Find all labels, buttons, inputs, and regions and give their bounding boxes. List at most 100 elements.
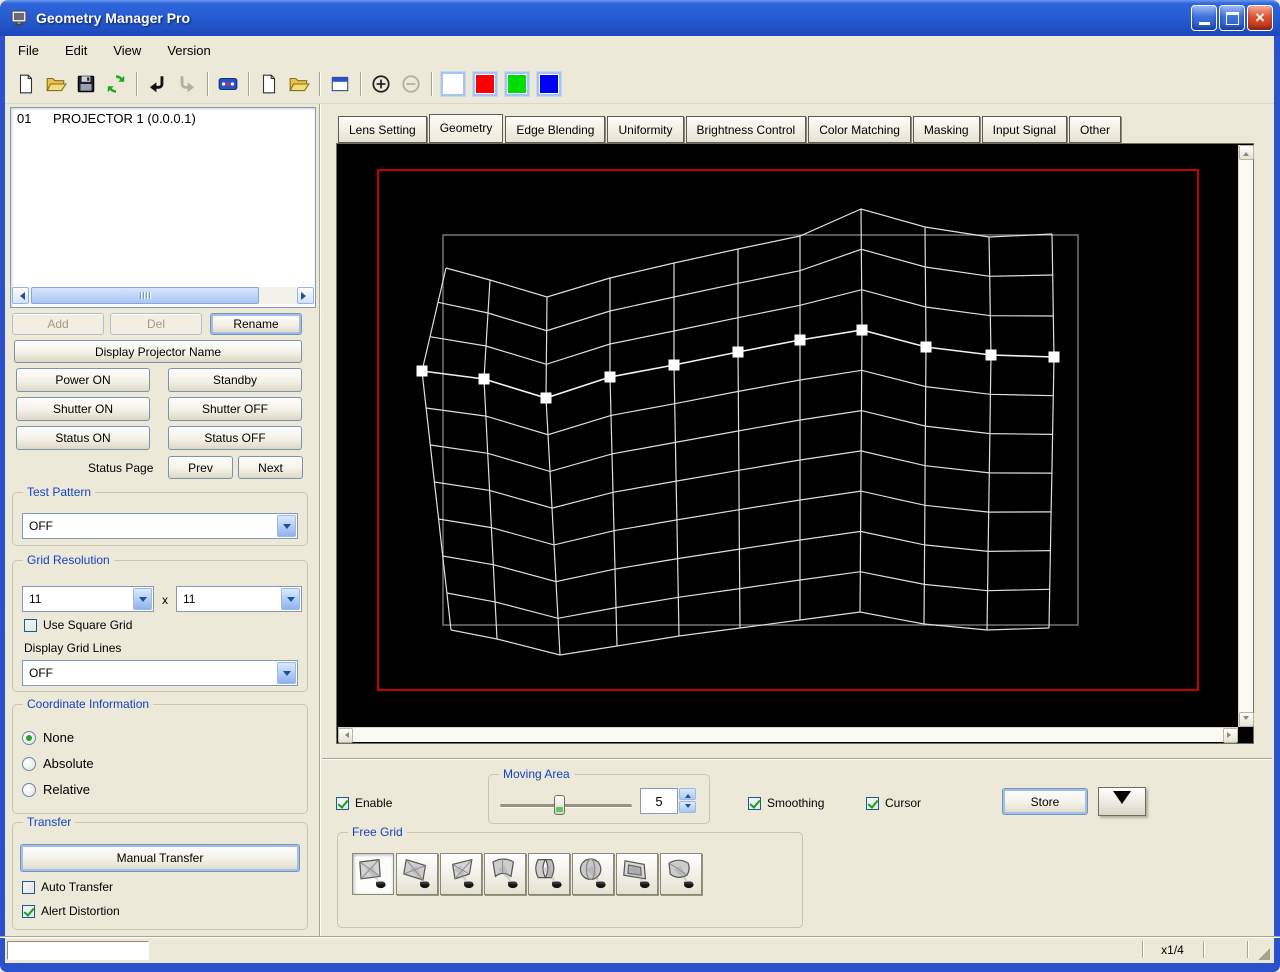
menu-view[interactable]: View — [108, 39, 154, 62]
manual-transfer-button[interactable]: Manual Transfer — [20, 844, 300, 872]
moving-area-slider[interactable] — [500, 795, 632, 815]
grid-handle[interactable] — [920, 341, 932, 353]
tab-input-signal[interactable]: Input Signal — [981, 116, 1067, 143]
grid-handle[interactable] — [794, 334, 806, 346]
tab-other[interactable]: Other — [1069, 116, 1122, 143]
grid-handle[interactable] — [732, 346, 744, 358]
moving-area-stepper[interactable] — [679, 788, 696, 814]
cursor-checkbox[interactable]: Cursor — [866, 796, 921, 810]
enable-checkbox[interactable]: Enable — [336, 796, 392, 810]
tab-edge-blending[interactable]: Edge Blending — [505, 116, 606, 143]
radio-icon[interactable] — [22, 782, 36, 797]
save-file-icon[interactable] — [72, 70, 100, 98]
free-grid-dome-button[interactable] — [572, 853, 614, 895]
enable-checkbox-box[interactable] — [336, 796, 349, 810]
tab-color-matching[interactable]: Color Matching — [808, 116, 911, 143]
alert-distortion-checkbox[interactable]: Alert Distortion — [22, 904, 120, 918]
title-bar[interactable]: Geometry Manager Pro × — [0, 0, 1280, 36]
open-pattern-icon[interactable] — [285, 70, 313, 98]
free-grid-concave-vertical-button[interactable] — [528, 853, 570, 895]
tab-masking[interactable]: Masking — [912, 116, 980, 143]
use-square-grid-checkbox-box[interactable] — [24, 618, 37, 632]
scrollbar-thumb[interactable] — [31, 287, 259, 304]
tab-uniformity[interactable]: Uniformity — [607, 116, 684, 143]
grid-handle[interactable] — [856, 324, 868, 336]
free-grid-flat-screen-button[interactable] — [352, 853, 394, 895]
grid-handle[interactable] — [416, 365, 428, 377]
radio-relative[interactable]: Relative — [22, 782, 90, 797]
window-layout-icon[interactable] — [326, 70, 354, 98]
shutter-on-button[interactable]: Shutter ON — [16, 397, 150, 421]
zoom-in-icon[interactable] — [367, 70, 395, 98]
auto-transfer-checkbox-box[interactable] — [22, 880, 35, 894]
geometry-canvas[interactable] — [338, 145, 1238, 727]
menu-version[interactable]: Version — [162, 39, 223, 62]
scroll-left-button[interactable] — [338, 727, 353, 743]
free-grid-angled-screen-button[interactable] — [396, 853, 438, 895]
grid-handle[interactable] — [478, 373, 490, 385]
store-button[interactable]: Store — [1002, 788, 1088, 815]
free-grid-curved-screen-button[interactable] — [660, 853, 702, 895]
white-color-button[interactable] — [441, 71, 465, 96]
test-pattern-select[interactable]: OFF — [22, 513, 298, 539]
connection-panel-icon[interactable] — [214, 70, 242, 98]
scroll-up-button[interactable] — [1238, 145, 1254, 160]
scroll-right-button[interactable] — [297, 287, 314, 304]
spin-down-button[interactable] — [679, 801, 696, 813]
free-grid-concave-horizontal-button[interactable] — [484, 853, 526, 895]
grid-handle[interactable] — [540, 392, 552, 404]
display-projector-name-button[interactable]: Display Projector Name — [14, 340, 302, 363]
chevron-down-icon[interactable] — [277, 662, 296, 684]
new-file-icon[interactable] — [12, 70, 40, 98]
tab-geometry[interactable]: Geometry — [428, 114, 504, 143]
open-file-icon[interactable] — [42, 70, 70, 98]
radio-none[interactable]: None — [22, 730, 74, 745]
cursor-checkbox-box[interactable] — [866, 796, 879, 810]
close-button[interactable]: × — [1247, 5, 1273, 31]
chevron-down-icon[interactable] — [133, 588, 152, 610]
canvas-horizontal-scrollbar[interactable] — [338, 727, 1238, 743]
status-page-next-button[interactable]: Next — [238, 456, 303, 479]
minimize-button[interactable] — [1191, 5, 1217, 31]
grid-handle[interactable] — [985, 349, 997, 361]
radio-absolute[interactable]: Absolute — [22, 756, 94, 771]
scroll-right-button[interactable] — [1223, 727, 1238, 743]
green-color-button[interactable] — [505, 71, 529, 96]
use-square-grid-checkbox[interactable]: Use Square Grid — [24, 618, 132, 632]
undo-icon[interactable] — [143, 70, 171, 98]
grid-vertical-select[interactable]: 11 — [176, 586, 302, 612]
projector-list[interactable]: 01 PROJECTOR 1 (0.0.0.1) — [10, 107, 316, 308]
chevron-down-icon[interactable] — [277, 515, 296, 537]
power-on-button[interactable]: Power ON — [16, 368, 150, 392]
spin-up-button[interactable] — [679, 788, 696, 800]
scrollbar-track[interactable] — [29, 287, 297, 304]
shutter-off-button[interactable]: Shutter OFF — [168, 397, 302, 421]
status-off-button[interactable]: Status OFF — [168, 426, 302, 450]
tab-lens-setting[interactable]: Lens Setting — [338, 116, 427, 143]
slider-thumb[interactable] — [554, 795, 565, 815]
maximize-button[interactable] — [1219, 5, 1245, 31]
chevron-down-icon[interactable] — [281, 588, 300, 610]
menu-edit[interactable]: Edit — [60, 39, 100, 62]
rename-button[interactable]: Rename — [210, 313, 302, 335]
canvas-vertical-scrollbar[interactable] — [1238, 145, 1254, 727]
scroll-left-button[interactable] — [12, 287, 29, 304]
projector-list-scrollbar[interactable] — [12, 287, 314, 304]
radio-icon[interactable] — [22, 756, 36, 771]
display-grid-lines-select[interactable]: OFF — [22, 660, 298, 686]
refresh-icon[interactable] — [102, 70, 130, 98]
resize-grip[interactable] — [1258, 948, 1270, 960]
free-grid-tilted-screen-button[interactable] — [616, 853, 658, 895]
status-page-prev-button[interactable]: Prev — [168, 456, 233, 479]
store-dropdown-button[interactable] — [1098, 787, 1146, 816]
grid-horizontal-select[interactable]: 11 — [22, 586, 154, 612]
smoothing-checkbox[interactable]: Smoothing — [748, 796, 824, 810]
moving-area-value[interactable]: 5 — [640, 788, 678, 814]
status-on-button[interactable]: Status ON — [16, 426, 150, 450]
radio-icon[interactable] — [22, 730, 36, 745]
projector-list-item[interactable]: 01 PROJECTOR 1 (0.0.0.1) — [11, 108, 315, 129]
smoothing-checkbox-box[interactable] — [748, 796, 761, 810]
scroll-down-button[interactable] — [1238, 712, 1254, 727]
grid-handle[interactable] — [668, 359, 680, 371]
tab-brightness-control[interactable]: Brightness Control — [685, 116, 807, 143]
